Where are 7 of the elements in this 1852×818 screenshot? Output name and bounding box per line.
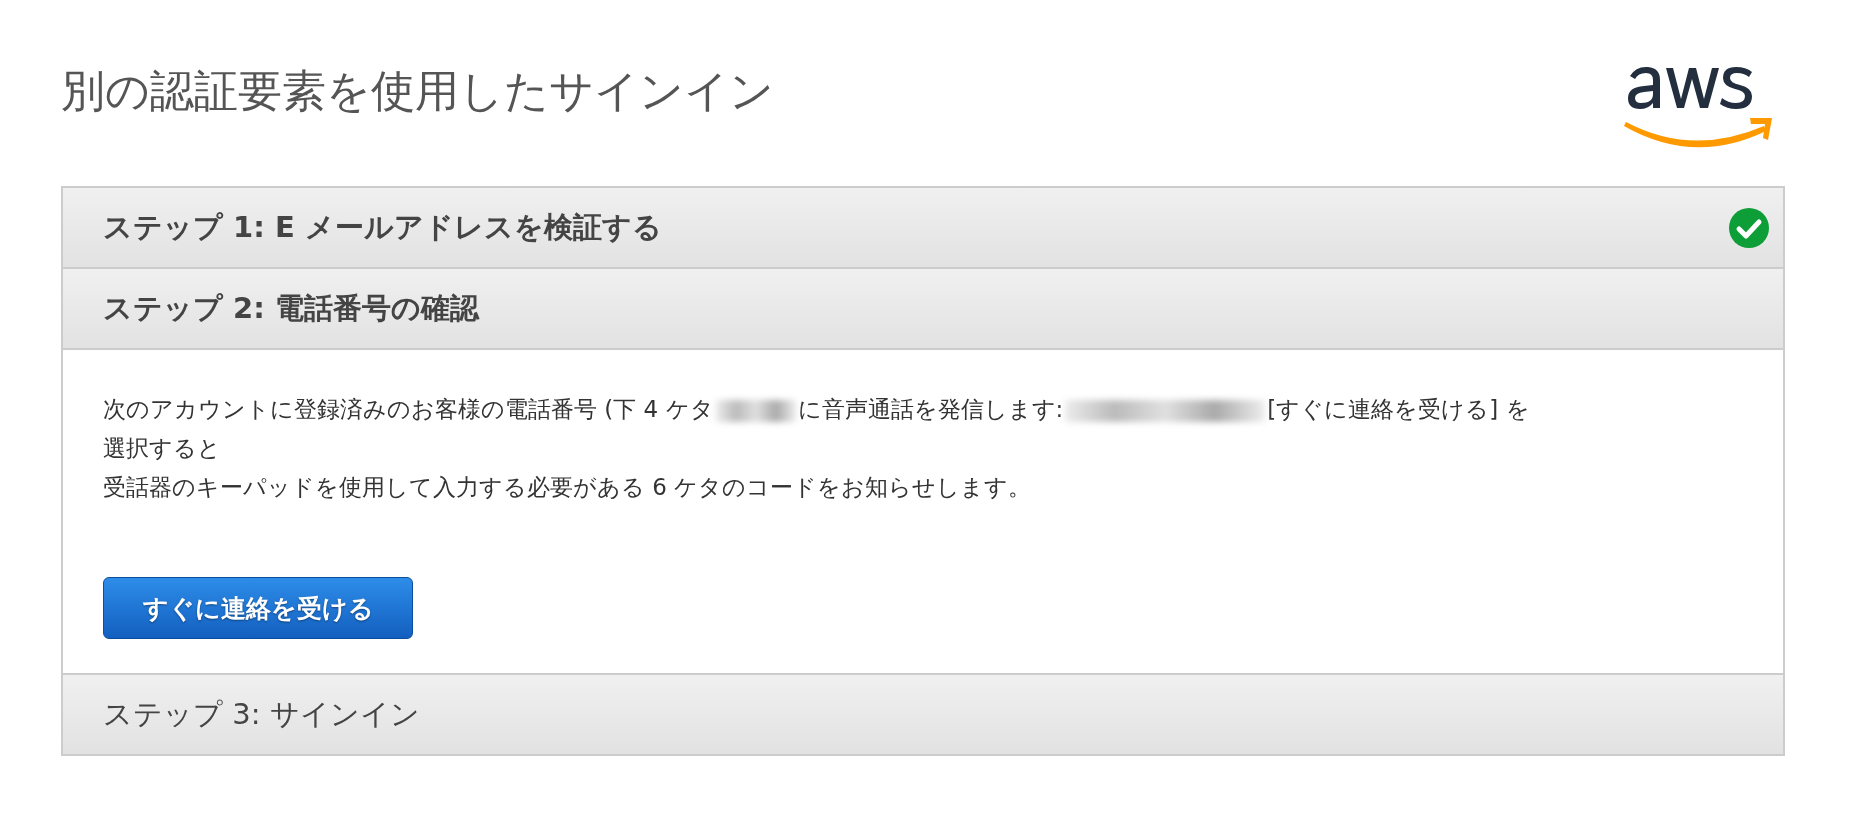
step-header[interactable]: ステップ 3: サインイン — [63, 675, 1783, 756]
step-header[interactable]: ステップ 2: 電話番号の確認 — [63, 269, 1783, 350]
page-title: 別の認証要素を使用したサインイン — [61, 64, 774, 118]
step-header[interactable]: ステップ 1: E メールアドレスを検証する — [63, 188, 1783, 269]
call-me-now-button[interactable]: すぐに連絡を受ける — [103, 577, 413, 639]
check-icon — [1729, 207, 1769, 248]
instruction-text: 次のアカウントに登録済みのお客様の電話番号 (下 4 ケタ に音声通話を発信します: [すぐに連絡を受ける] を 選択すると 受話器のキーパッドを使用して入力する必要がある 6 ケタのコードをお知らせします。 — [103, 395, 1531, 502]
